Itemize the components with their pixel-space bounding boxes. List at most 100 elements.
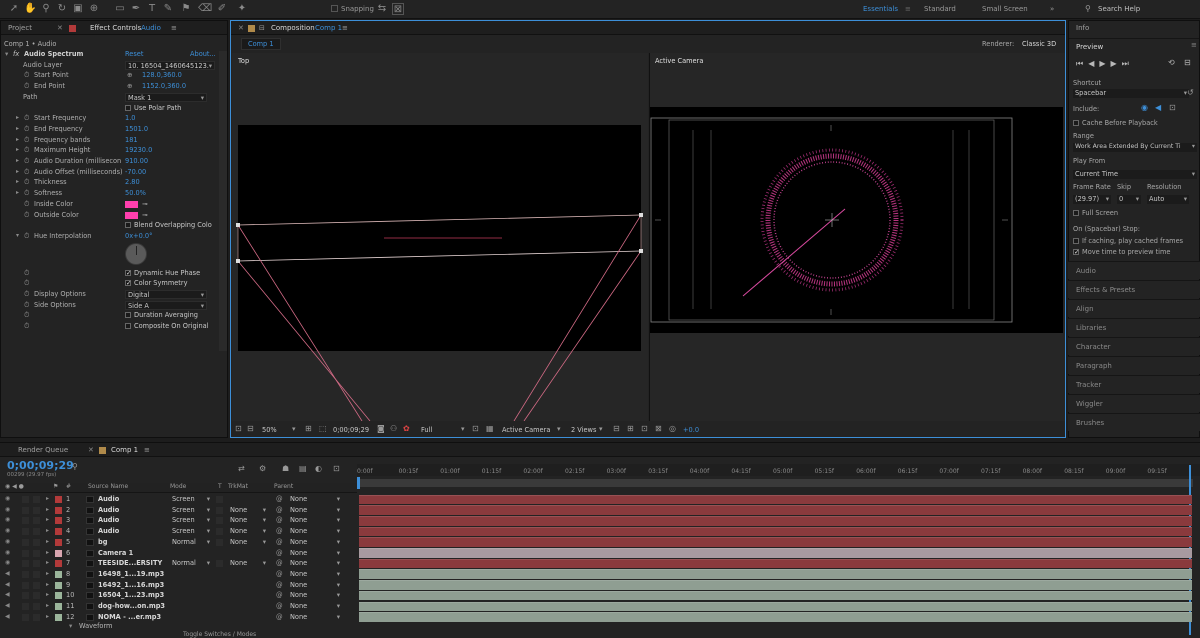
chevron-down-icon[interactable]: ▾: [292, 425, 296, 433]
pick-whip-icon[interactable]: @: [276, 590, 283, 601]
expand-triangle-icon[interactable]: ▸: [16, 124, 19, 135]
composite-checkbox[interactable]: [125, 323, 131, 329]
param-value[interactable]: 1.0: [125, 113, 136, 124]
pick-whip-icon[interactable]: @: [276, 558, 283, 569]
expand-triangle-icon[interactable]: ▸: [46, 580, 49, 591]
work-area-start-handle[interactable]: [357, 477, 360, 489]
snapping-checkbox[interactable]: [331, 5, 338, 12]
frame-rate-dropdown[interactable]: (29.97): [1073, 195, 1111, 204]
crosshair-icon[interactable]: ⊕: [127, 81, 133, 92]
lock-toggle[interactable]: [33, 581, 40, 589]
eraser-tool-icon[interactable]: ⌫: [198, 3, 212, 15]
chevron-down-icon[interactable]: ▾: [461, 425, 465, 433]
expand-triangle-icon[interactable]: ▸: [16, 156, 19, 167]
duration-averaging-checkbox[interactable]: [125, 312, 131, 319]
layer-mode-dropdown[interactable]: Screen: [170, 527, 212, 536]
section-align[interactable]: Align: [1068, 299, 1200, 317]
grid-guides-icon[interactable]: ⊞: [305, 424, 312, 433]
parent-dropdown[interactable]: None: [288, 613, 342, 622]
clone-stamp-tool-icon[interactable]: ⚑: [180, 3, 192, 15]
expand-triangle-icon[interactable]: ▸: [46, 526, 49, 537]
motion-blur-icon[interactable]: ◐: [315, 464, 322, 473]
layer-row[interactable]: ◉ ▸ 3 Audio Screen None @ None: [0, 515, 357, 526]
parent-dropdown[interactable]: None: [288, 506, 342, 515]
layer-row[interactable]: ◀ ▸ 10 16504_1...23.mp3 @ None: [0, 590, 357, 601]
rotate-tool-icon[interactable]: ↻: [56, 3, 68, 15]
play-from-dropdown[interactable]: Current Time: [1073, 170, 1197, 179]
expand-triangle-icon[interactable]: ▸: [16, 167, 19, 178]
collapse-triangle-icon[interactable]: ▾: [5, 49, 8, 60]
audio-speaker-icon[interactable]: ◀: [5, 580, 10, 591]
panel-lock-icon[interactable]: [69, 25, 76, 32]
camera-tool-icon[interactable]: ▣: [72, 3, 84, 15]
reset-link[interactable]: Reset: [125, 49, 143, 60]
pick-whip-icon[interactable]: @: [276, 601, 283, 612]
layer-label-color[interactable]: [55, 581, 62, 589]
layer-row[interactable]: ◉ ▸ 4 Audio Screen None @ None: [0, 526, 357, 537]
zoom-tool-icon[interactable]: ⚲: [40, 3, 52, 15]
layer-row[interactable]: ◀ ▸ 8 16498_1...19.mp3 @ None: [0, 569, 357, 580]
fast-previews-icon[interactable]: ⊡: [472, 424, 479, 433]
layer-label-color[interactable]: [55, 496, 62, 503]
preserve-transparency-toggle[interactable]: [216, 560, 223, 568]
draft-3d-icon[interactable]: ⚙: [259, 464, 266, 473]
layer-name[interactable]: 16492_1...16.mp3: [98, 580, 164, 591]
visibility-eye-icon[interactable]: ◉: [5, 505, 10, 516]
preserve-transparency-toggle[interactable]: [216, 506, 223, 514]
expand-triangle-icon[interactable]: ▸: [16, 135, 19, 146]
panel-menu-icon[interactable]: ≡: [1191, 41, 1197, 49]
chevron-down-icon[interactable]: ▾: [599, 425, 603, 433]
lock-toggle[interactable]: [33, 592, 40, 600]
use-polar-path-checkbox[interactable]: [125, 104, 131, 111]
hue-dial[interactable]: [125, 243, 147, 265]
selection-tool-icon[interactable]: ➚: [8, 3, 20, 15]
audio-speaker-icon[interactable]: ◀: [5, 569, 10, 580]
path-dropdown[interactable]: Mask 1: [125, 92, 207, 102]
fx-toggle-icon[interactable]: fx: [13, 49, 19, 60]
layer-name[interactable]: Audio: [98, 526, 119, 537]
layer-duration-bar[interactable]: [359, 569, 1192, 580]
solo-toggle[interactable]: [22, 581, 29, 589]
show-snapshot-icon[interactable]: ⚇: [390, 424, 397, 433]
full-screen-checkbox[interactable]: [1073, 210, 1079, 216]
section-brushes[interactable]: Brushes: [1068, 413, 1200, 431]
stopwatch-icon[interactable]: ⏱: [24, 278, 29, 289]
expand-triangle-icon[interactable]: ▸: [46, 537, 49, 548]
roto-brush-tool-icon[interactable]: ✐: [216, 3, 228, 15]
toggle-switches-modes-button[interactable]: Toggle Switches / Modes: [183, 631, 256, 638]
layer-label-color[interactable]: [55, 603, 62, 610]
lock-toggle[interactable]: [33, 549, 40, 557]
stop-opt1-checkbox[interactable]: [1073, 238, 1079, 244]
expand-triangle-icon[interactable]: ▸: [46, 612, 49, 623]
expand-triangle-icon[interactable]: ▸: [46, 601, 49, 612]
lock-toggle[interactable]: [33, 538, 40, 546]
param-value[interactable]: 19230.0: [125, 145, 152, 156]
expand-triangle-icon[interactable]: ▸: [16, 177, 19, 188]
snapshot-icon[interactable]: ◙: [377, 424, 385, 433]
collapse-triangle-icon[interactable]: ▾: [16, 231, 19, 242]
puppet-tool-icon[interactable]: ✦: [236, 3, 248, 15]
section-paragraph[interactable]: Paragraph: [1068, 356, 1200, 374]
stopwatch-icon[interactable]: ⏱: [24, 268, 29, 279]
brush-tool-icon[interactable]: ✎: [162, 3, 174, 15]
stopwatch-icon[interactable]: ⏱: [24, 113, 29, 124]
layer-duration-bar[interactable]: [359, 590, 1192, 601]
pick-whip-icon[interactable]: @: [276, 612, 283, 623]
parent-dropdown[interactable]: None: [288, 570, 342, 579]
layer-name[interactable]: bg: [98, 537, 107, 548]
play-icon[interactable]: ▶: [1099, 59, 1110, 68]
preserve-transparency-toggle[interactable]: [216, 538, 223, 546]
layer-mode-dropdown[interactable]: Normal: [170, 538, 212, 547]
visibility-eye-icon[interactable]: ◉: [5, 537, 10, 548]
blend-checkbox[interactable]: [125, 222, 131, 229]
visibility-eye-icon[interactable]: ◉: [5, 558, 10, 569]
zoom-value[interactable]: 50%: [262, 426, 277, 434]
stopwatch-icon[interactable]: ⏱: [24, 300, 29, 311]
solo-toggle[interactable]: [22, 506, 29, 514]
snapping-options-icon[interactable]: ⇆: [376, 3, 388, 15]
stopwatch-icon[interactable]: ⏱: [24, 188, 29, 199]
layer-duration-bar[interactable]: [359, 505, 1192, 515]
exposure-icon[interactable]: ◎: [669, 424, 676, 433]
stopwatch-icon[interactable]: ⏱: [24, 199, 29, 210]
param-value[interactable]: 2.80: [125, 177, 140, 188]
